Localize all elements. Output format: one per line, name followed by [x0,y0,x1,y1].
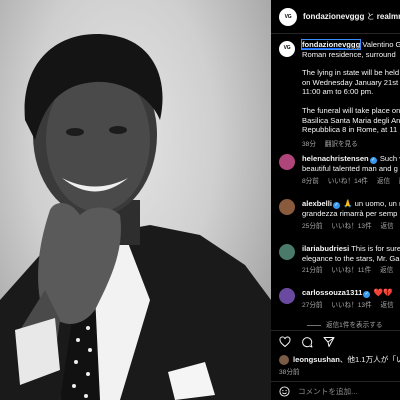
comment-likes[interactable]: いいね！11件 [331,267,371,274]
liker-username[interactable]: leongsushan [293,355,340,364]
commenter-avatar[interactable] [279,288,295,304]
verified-badge-icon: ✓ [332,202,340,209]
comment-time: 8分前 [302,177,319,185]
view-replies-button[interactable]: 返信1件を表示する [307,319,382,329]
comment-meta: 25分前 いいね！13件 返信 翻訳 [302,222,400,232]
comment-time: 21分前 [302,267,323,275]
comment-text: beautiful talented man and g [302,164,398,173]
comment-likes[interactable]: いいね！13件 [331,302,371,309]
avatar-monogram: VG [284,13,292,20]
comment-text: 🙏 un uomo, un ma [343,199,400,208]
commenter-username[interactable]: helenachristensen [302,154,369,163]
caption-text: Roman residence, surround [302,49,396,59]
caption-avatar[interactable]: VG [279,41,295,57]
verified-badge-icon: ✓ [363,291,371,298]
collab-separator: と [366,12,375,21]
comment-likes[interactable]: いいね！14件 [328,178,368,185]
caption-text: Valentino G [362,40,400,49]
reply-button[interactable]: 返信 [380,267,393,274]
caption-text: The lying in state will be held [302,68,400,78]
comment-meta: 27分前 いいね！13件 返信 翻訳 [302,301,400,311]
author-username[interactable]: fondazionevggg [303,12,364,21]
post-timestamp: 38分前 [279,369,300,376]
caption-text: 11:00 am to 6:00 pm. [302,87,374,97]
see-translation-link[interactable]: 翻訳を見る [325,141,358,148]
likes-text: 、他1.1万人が「いい [339,355,400,364]
commenter-username[interactable]: ilariabudriesi [302,244,349,253]
comment-text: Such v [379,154,400,163]
reply-button[interactable]: 返信 [381,302,394,309]
comment-meta: 21分前 いいね！11件 返信 翻訳 [302,266,400,276]
comment-item: helenachristensen✓ Such v beautiful tale… [279,154,400,186]
post-photo[interactable] [0,0,271,400]
heart-icon [279,335,291,347]
comment-button[interactable] [301,336,313,348]
commenter-avatar[interactable] [279,244,295,260]
portrait-image [0,34,271,400]
commenter-avatar[interactable] [279,199,295,215]
caption-username[interactable]: fondazionevggg [300,39,362,50]
comment-icon [302,336,313,347]
comment-likes[interactable]: いいね！13件 [331,223,371,230]
comment-time: 25分前 [302,222,323,230]
avatar-monogram: VG [283,45,291,52]
caption-text: Basilica Santa Maria degli An [302,115,400,125]
comment-item: ilariabudriesi This is for sure elegance… [279,244,400,276]
view-replies-label: 返信1件を表示する [326,322,383,329]
comment-text: grandezza rimarrà per semp [302,209,398,218]
caption-text: on Wednesday January 21st [302,77,399,87]
comment-text: This is for sure [351,244,400,253]
post-caption: VG fondazionevggg Valentino G Roman resi… [279,39,400,150]
reply-button[interactable]: 返信 [381,223,394,230]
post-header: VG fondazionevggg と realmrv [271,0,400,34]
comment-time: 27分前 [302,302,323,309]
commenter-avatar[interactable] [279,154,295,170]
caption-meta: 38分 翻訳を見る [302,140,400,150]
post-author: fondazionevggg と realmrv [303,11,400,22]
commenter-username[interactable]: alexbelli [302,199,332,208]
caption-time: 38分 [302,140,316,148]
post-actions [271,330,400,352]
emoji-icon[interactable] [279,385,290,397]
add-comment-input[interactable]: コメントを追加... [298,386,358,397]
verified-badge-icon: ✓ [369,157,377,164]
reply-button[interactable]: 返信 [377,178,390,185]
replies-divider [307,324,321,326]
collab-username[interactable]: realmrv [377,12,400,21]
send-icon [323,336,335,347]
comment-meta: 8分前 いいね！14件 返信 翻訳 [302,177,400,187]
comment-item: alexbelli✓ 🙏 un uomo, un ma grandezza ri… [279,199,400,231]
commenter-username[interactable]: carlossouza1311 [302,288,362,297]
comment-item: carlossouza1311✓ ❤️💔 27分前 いいね！13件 返信 翻訳 [279,288,400,311]
share-button[interactable] [323,336,335,348]
comment-text: ❤️💔 [373,288,393,297]
likes-summary[interactable]: leongsushan、他1.1万人が「いい [279,354,400,365]
caption-text: The funeral will take place on [302,105,400,115]
post-sidebar: VG fondazionevggg と realmrv VG fondazion… [271,0,400,400]
liker-avatar [279,354,289,365]
caption-text: Repubblica 8 in Rome, at 11 [302,125,398,135]
account-avatar[interactable]: VG [279,7,297,26]
comment-text: elegance to the stars, Mr. Ga [302,253,400,263]
like-button[interactable] [279,335,291,348]
add-comment-bar: コメントを追加... [271,381,400,400]
